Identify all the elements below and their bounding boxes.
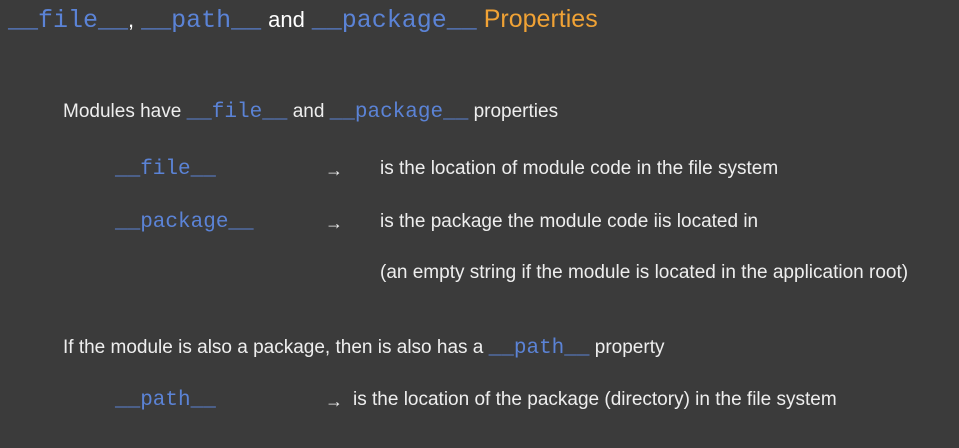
title-comma: , [128, 7, 135, 32]
file-row-desc: is the location of module code in the fi… [380, 158, 779, 179]
intro-code-package: __package__ [329, 101, 469, 124]
title-code-path: __path__ [141, 6, 262, 35]
path-row-code: __path__ [115, 387, 216, 414]
path-code: __path__ [115, 389, 216, 412]
path-row-arrow: → [325, 391, 343, 411]
package-row-note: (an empty string if the module is locate… [380, 262, 909, 283]
title-code-package: __package__ [311, 6, 477, 35]
package-intro-line: If the module is also a package, then is… [63, 335, 664, 362]
path-row-desc: is the location of the package (director… [353, 389, 837, 410]
file-row-code: __file__ [115, 156, 216, 183]
line2-code-path: __path__ [488, 337, 590, 360]
line2-text-a: If the module is also a package, then is… [63, 337, 484, 358]
package-row-code: __package__ [115, 209, 254, 236]
file-code: __file__ [115, 158, 216, 181]
intro-code-file: __file__ [186, 101, 288, 124]
title-code-file: __file__ [8, 6, 129, 35]
file-row-arrow: → [325, 160, 343, 180]
title-properties: Properties [483, 5, 598, 33]
package-row-desc: is the package the module code iis locat… [380, 211, 759, 232]
package-code: __package__ [115, 211, 254, 234]
title-and: and [268, 7, 305, 32]
slide-title: __file__, __path__ and __package__ Prope… [8, 2, 598, 38]
intro-and: and [292, 101, 325, 122]
package-row-arrow: → [325, 213, 343, 233]
intro-text-a: Modules have [63, 101, 182, 122]
line2-text-b: property [594, 337, 665, 358]
intro-text-b: properties [473, 101, 559, 122]
modules-intro-line: Modules have __file__ and __package__ pr… [63, 99, 558, 126]
